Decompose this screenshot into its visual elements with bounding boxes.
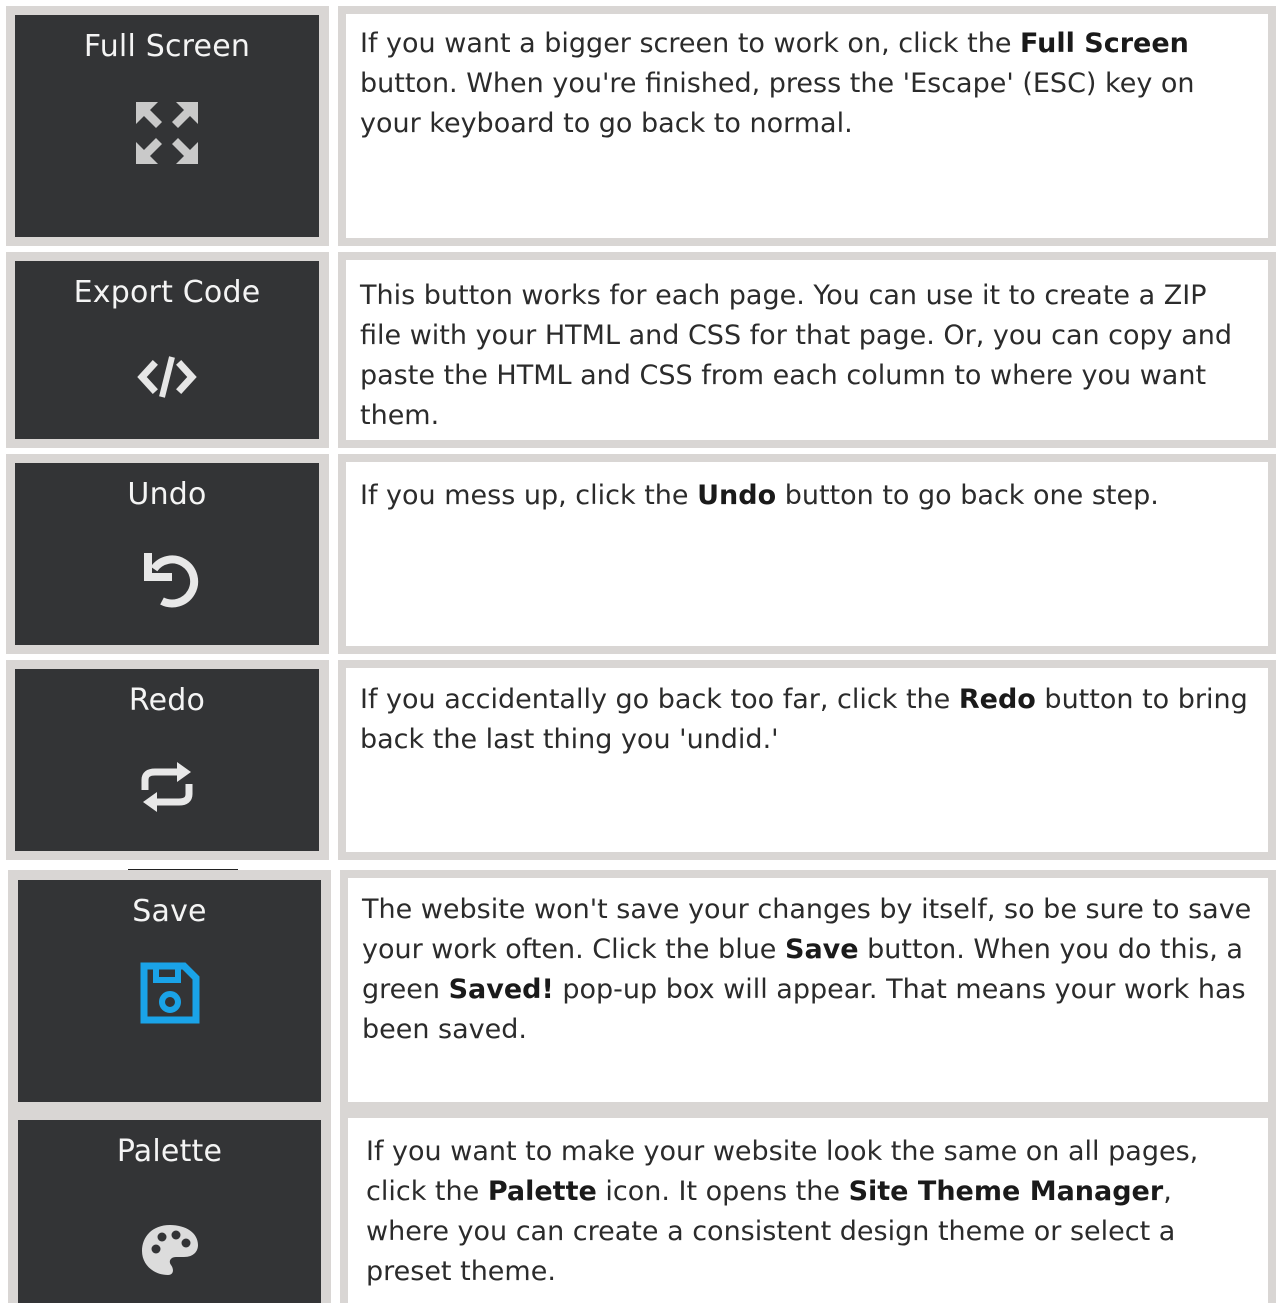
row-full-screen: Full Screen If you want a bigger screen … xyxy=(0,0,1276,246)
export-code-button[interactable]: Export Code xyxy=(15,261,319,439)
undo-icon xyxy=(132,541,202,611)
text-run: If you mess up, click the xyxy=(360,480,698,511)
right-inner: If you want a bigger screen to work on, … xyxy=(346,14,1268,238)
right-cell: If you mess up, click the Undo button to… xyxy=(338,454,1276,654)
right-inner: The website won't save your changes by i… xyxy=(348,878,1268,1102)
bold-term: Site Theme Manager xyxy=(848,1176,1164,1207)
bold-term: Full Screen xyxy=(1020,28,1189,59)
left-cell: Undo xyxy=(6,454,329,654)
right-inner: If you mess up, click the Undo button to… xyxy=(346,462,1268,646)
left-cell: Redo xyxy=(6,660,329,860)
description: The website won't save your changes by i… xyxy=(362,890,1252,1050)
save-button[interactable]: Save xyxy=(18,880,321,1102)
button-label: Undo xyxy=(127,477,207,512)
text-run: If you want a bigger screen to work on, … xyxy=(360,28,1021,59)
button-label: Save xyxy=(132,894,207,929)
bold-term: Saved! xyxy=(448,974,554,1005)
button-label: Export Code xyxy=(73,275,261,310)
full-screen-button[interactable]: Full Screen xyxy=(15,15,319,237)
right-cell: If you want a bigger screen to work on, … xyxy=(338,6,1276,246)
text-run: button. When you're finished, press the … xyxy=(360,68,1195,139)
description: If you want a bigger screen to work on, … xyxy=(360,24,1252,144)
save-icon xyxy=(137,960,203,1026)
text-run: icon. It opens the xyxy=(596,1176,849,1207)
text-run: This button works for each page. You can… xyxy=(360,280,1233,431)
left-cell: Palette xyxy=(8,1110,331,1303)
button-label: Full Screen xyxy=(83,29,251,64)
palette-icon xyxy=(137,1220,203,1280)
palette-button[interactable]: Palette xyxy=(18,1120,321,1303)
undo-button[interactable]: Undo xyxy=(15,463,319,645)
right-cell: If you want to make your website look th… xyxy=(340,1110,1276,1303)
row-undo: Undo If you mess up, click the Undo butt… xyxy=(0,454,1276,654)
redo-icon xyxy=(136,759,198,815)
row-palette: Palette If you want to make your website… xyxy=(0,1110,1276,1303)
description: If you mess up, click the Undo button to… xyxy=(360,476,1252,516)
row-export-code: Export Code This button works for each p… xyxy=(0,252,1276,448)
row-save: Save The website won't save your changes… xyxy=(0,870,1276,1110)
right-inner: If you want to make your website look th… xyxy=(348,1118,1268,1303)
text-run: button to go back one step. xyxy=(776,480,1159,511)
row-redo: Redo If you accidentally go back too far… xyxy=(0,660,1276,860)
left-cell: Full Screen xyxy=(6,6,329,246)
description: If you want to make your website look th… xyxy=(366,1132,1252,1292)
right-cell: If you accidentally go back too far, cli… xyxy=(338,660,1276,860)
right-cell: This button works for each page. You can… xyxy=(338,252,1276,448)
left-cell: Save xyxy=(8,870,331,1110)
left-cell: Export Code xyxy=(6,252,329,448)
bold-term: Palette xyxy=(487,1176,597,1207)
description: This button works for each page. You can… xyxy=(360,276,1252,436)
bold-term: Save xyxy=(785,934,859,965)
right-inner: This button works for each page. You can… xyxy=(346,260,1268,440)
description: If you accidentally go back too far, cli… xyxy=(360,680,1252,760)
right-inner: If you accidentally go back too far, cli… xyxy=(346,668,1268,852)
right-cell: The website won't save your changes by i… xyxy=(340,870,1276,1110)
redo-button[interactable]: Redo xyxy=(15,669,319,851)
bold-term: Undo xyxy=(697,480,777,511)
button-label: Redo xyxy=(128,683,206,718)
text-run: If you accidentally go back too far, cli… xyxy=(360,684,959,715)
button-label: Palette xyxy=(116,1134,223,1169)
fullscreen-icon xyxy=(135,101,199,165)
bold-term: Redo xyxy=(958,684,1036,715)
code-icon xyxy=(135,353,199,401)
